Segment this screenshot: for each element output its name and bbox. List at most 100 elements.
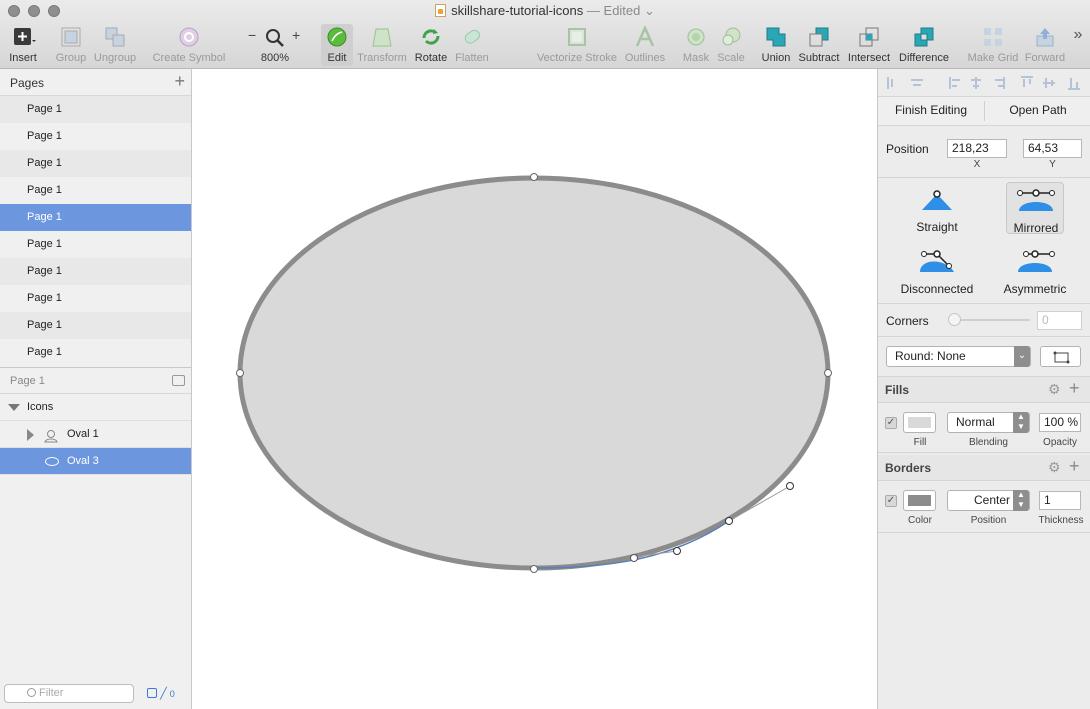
more-tools-button[interactable]: » (1068, 26, 1088, 68)
difference-button[interactable]: Difference (896, 24, 952, 66)
border-color-preview (908, 495, 931, 506)
path-point[interactable] (530, 173, 538, 181)
group-button[interactable]: Group (52, 24, 90, 66)
page-item[interactable]: Page 1 (0, 123, 191, 150)
subtract-button[interactable]: Subtract (796, 24, 842, 66)
page-item[interactable]: Page 1 (0, 177, 191, 204)
y-position-input[interactable]: 64,53 (1023, 139, 1082, 158)
layer-group-icons[interactable]: Icons (0, 394, 191, 421)
open-path-button[interactable]: Open Path (985, 103, 1090, 117)
corners-slider-track[interactable] (952, 319, 1030, 321)
mask-button[interactable]: Mask (680, 24, 712, 66)
align-middle-icon[interactable] (1043, 78, 1055, 88)
insert-button[interactable]: Insert (4, 24, 42, 66)
transform-button[interactable]: Transform (356, 24, 408, 66)
point-type-straight[interactable]: Straight (908, 182, 966, 234)
symbol-icon (178, 26, 200, 48)
align-top-icon[interactable] (1021, 76, 1033, 87)
point-type-mirrored[interactable]: Mirrored (1006, 182, 1064, 235)
brush-icon[interactable]: ╱ (160, 688, 167, 700)
page-item[interactable]: Page 1 (0, 339, 191, 366)
path-point-selected[interactable] (725, 517, 733, 525)
oval-shape[interactable] (237, 175, 831, 571)
path-point[interactable] (530, 565, 538, 573)
layer-name: Icons (27, 401, 54, 413)
collapse-pages-icon[interactable] (172, 375, 185, 386)
rotate-button[interactable]: Rotate (412, 24, 450, 66)
zoom-in-button[interactable]: + (292, 27, 300, 43)
page-item[interactable]: Page 1 (0, 231, 191, 258)
zoom-out-button[interactable]: − (248, 27, 256, 43)
flatten-selection-button[interactable] (1040, 346, 1081, 367)
control-point[interactable] (673, 547, 681, 555)
align-icons (887, 76, 1080, 90)
border-enabled-checkbox[interactable]: ✓ (885, 495, 897, 507)
point-type-asymmetric[interactable]: Asymmetric (1004, 244, 1066, 296)
make-grid-button[interactable]: Make Grid (964, 24, 1022, 66)
align-bottom-icon[interactable] (1068, 78, 1080, 90)
border-row: ✓ Color Center ▲ ▼ Position 1 Thickness (878, 481, 1090, 533)
opacity-input[interactable]: 100 % (1039, 413, 1081, 432)
control-point[interactable] (630, 554, 638, 562)
add-border-button[interactable]: + (1069, 456, 1080, 477)
corners-input[interactable]: 0 (1037, 311, 1082, 330)
border-color-label: Color (908, 515, 932, 526)
intersect-button[interactable]: Intersect (846, 24, 892, 66)
outlines-button[interactable]: Outlines (622, 24, 668, 66)
control-point[interactable] (786, 482, 794, 490)
page-item[interactable]: Page 1 (0, 96, 191, 123)
distribute-horizontal-icon[interactable] (887, 77, 893, 89)
path-point[interactable] (236, 369, 244, 377)
layer-oval-1[interactable]: Oval 1 (0, 421, 191, 448)
borders-header: Borders ⚙ + (878, 455, 1090, 481)
border-position-label: Position (970, 515, 1007, 526)
canvas[interactable] (192, 69, 877, 709)
disclosure-closed-icon[interactable] (27, 429, 34, 441)
create-symbol-button[interactable]: Create Symbol (150, 24, 228, 66)
border-position-select[interactable]: Center ▲ ▼ (947, 490, 1030, 511)
round-select[interactable]: Round: None ⌄ (886, 346, 1031, 367)
gear-icon[interactable]: ⚙ (1048, 381, 1061, 398)
page-item-selected[interactable]: Page 1 (0, 204, 191, 231)
disconnected-point-icon (920, 250, 954, 272)
align-center-icon[interactable] (971, 77, 981, 89)
distribute-vertical-icon[interactable] (911, 79, 923, 86)
scale-button[interactable]: Scale (714, 24, 748, 66)
corners-slider-handle[interactable] (948, 313, 961, 326)
corners-label: Corners (886, 314, 929, 328)
add-page-button[interactable]: + (174, 72, 185, 90)
chevron-down-icon[interactable]: ⌄ (644, 3, 655, 18)
path-point[interactable] (824, 369, 832, 377)
page-item[interactable]: Page 1 (0, 150, 191, 177)
union-button[interactable]: Union (758, 24, 794, 66)
edited-count: 0 (169, 689, 175, 699)
forward-button[interactable]: Forward (1022, 24, 1068, 66)
x-position-input[interactable]: 218,23 (947, 139, 1007, 158)
disclosure-open-icon[interactable] (8, 404, 20, 411)
edit-button[interactable]: Edit (321, 24, 353, 66)
gear-icon[interactable]: ⚙ (1048, 459, 1061, 476)
vectorize-stroke-icon (566, 26, 588, 48)
fill-enabled-checkbox[interactable]: ✓ (885, 417, 897, 429)
canvas-artwork[interactable] (192, 69, 877, 709)
point-type-disconnected[interactable]: Disconnected (901, 244, 973, 296)
page-item[interactable]: Page 1 (0, 258, 191, 285)
layer-oval-3[interactable]: Oval 3 (0, 448, 191, 475)
ungroup-button[interactable]: Ungroup (92, 24, 138, 66)
symbols-filter-icon[interactable] (147, 688, 157, 698)
layer-filter-input[interactable]: Filter (4, 684, 134, 703)
fill-color-swatch[interactable] (903, 412, 936, 433)
vectorize-stroke-button[interactable]: Vectorize Stroke (536, 24, 618, 66)
add-fill-button[interactable]: + (1069, 378, 1080, 399)
flatten-button[interactable]: Flatten (452, 24, 492, 66)
fill-label: Fill (913, 437, 927, 448)
finish-editing-button[interactable]: Finish Editing (878, 103, 984, 117)
blending-select[interactable]: Normal ▲ ▼ (947, 412, 1030, 433)
align-left-icon[interactable] (949, 77, 960, 89)
align-right-icon[interactable] (995, 77, 1005, 89)
layers-header: Page 1 (0, 367, 191, 394)
border-color-swatch[interactable] (903, 490, 936, 511)
page-item[interactable]: Page 1 (0, 312, 191, 339)
page-item[interactable]: Page 1 (0, 285, 191, 312)
border-thickness-input[interactable]: 1 (1039, 491, 1081, 510)
